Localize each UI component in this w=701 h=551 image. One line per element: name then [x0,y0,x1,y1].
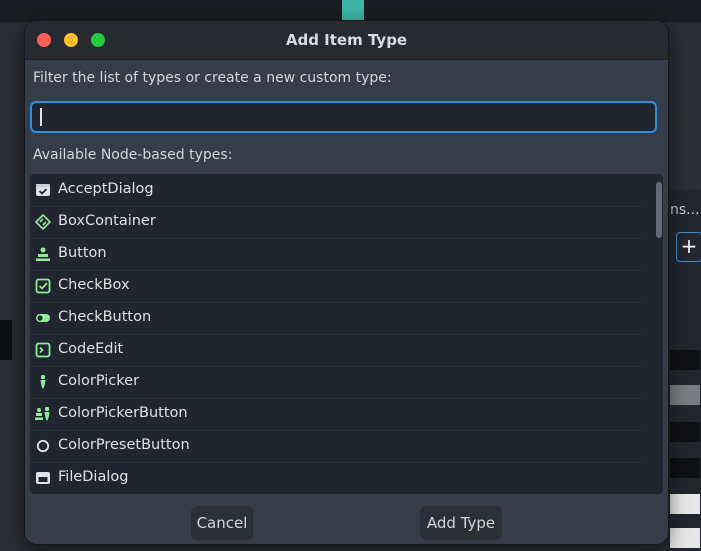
list-item-check-button[interactable]: CheckButton [30,302,642,335]
list-item-label: Button [58,245,107,261]
cancel-button[interactable]: Cancel [191,506,253,540]
check-button-icon [36,314,50,322]
color-picker-icon [40,375,46,389]
list-item-label: CheckBox [58,277,130,293]
dialog-content: Filter the list of types or create a new… [25,60,668,544]
list-item-label: ColorPicker [58,373,140,389]
list-item-accept-dialog[interactable]: AcceptDialog [30,174,642,207]
dialog-titlebar: Add Item Type [25,21,668,60]
accept-dialog-icon [36,184,50,196]
list-scrollbar-thumb[interactable] [656,182,662,238]
list-item-checkbox[interactable]: CheckBox [30,270,642,303]
box-container-icon [35,214,51,230]
list-item-box-container[interactable]: BoxContainer [30,206,642,239]
list-item-label: FileDialog [58,469,129,485]
button-icon [36,247,50,261]
background-field [670,528,700,548]
dialog-title: Add Item Type [285,31,408,49]
background-partial-label: ns... [670,202,700,218]
background-panel-edge [0,320,12,360]
text-caret [40,108,42,126]
types-list[interactable]: AcceptDialog BoxContainer Button CheckBo… [30,174,663,494]
list-item-label: BoxContainer [58,213,156,229]
list-item-label: CodeEdit [58,341,124,357]
checkbox-icon [35,278,51,294]
color-picker-button-icon [35,407,50,421]
list-item-label: AcceptDialog [58,181,154,197]
add-item-type-dialog: Add Item Type Filter the list of types o… [25,21,668,544]
filter-type-input[interactable] [30,101,657,133]
code-edit-icon [35,342,51,358]
file-dialog-icon [36,472,50,484]
filter-label: Filter the list of types or create a new… [33,70,392,86]
color-preset-button-icon [36,439,50,453]
available-types-label: Available Node-based types: [33,147,233,163]
background-field [670,422,700,442]
list-item-color-preset-button[interactable]: ColorPresetButton [30,430,642,463]
add-type-button[interactable]: Add Type [420,506,502,540]
background-texture-preview [670,385,700,405]
background-field [670,350,700,370]
background-accent-block [342,0,364,22]
list-item-color-picker-button[interactable]: ColorPickerButton [30,398,642,431]
list-item-label: CheckButton [58,309,152,325]
list-item-label: ColorPickerButton [58,405,188,421]
list-item-label: ColorPresetButton [58,437,190,453]
list-item-file-dialog[interactable]: FileDialog [30,462,642,494]
background-add-button[interactable]: + [676,232,701,262]
list-item-button[interactable]: Button [30,238,642,271]
background-field [670,458,700,478]
list-item-color-picker[interactable]: ColorPicker [30,366,642,399]
list-item-code-edit[interactable]: CodeEdit [30,334,642,367]
background-field [670,494,700,514]
